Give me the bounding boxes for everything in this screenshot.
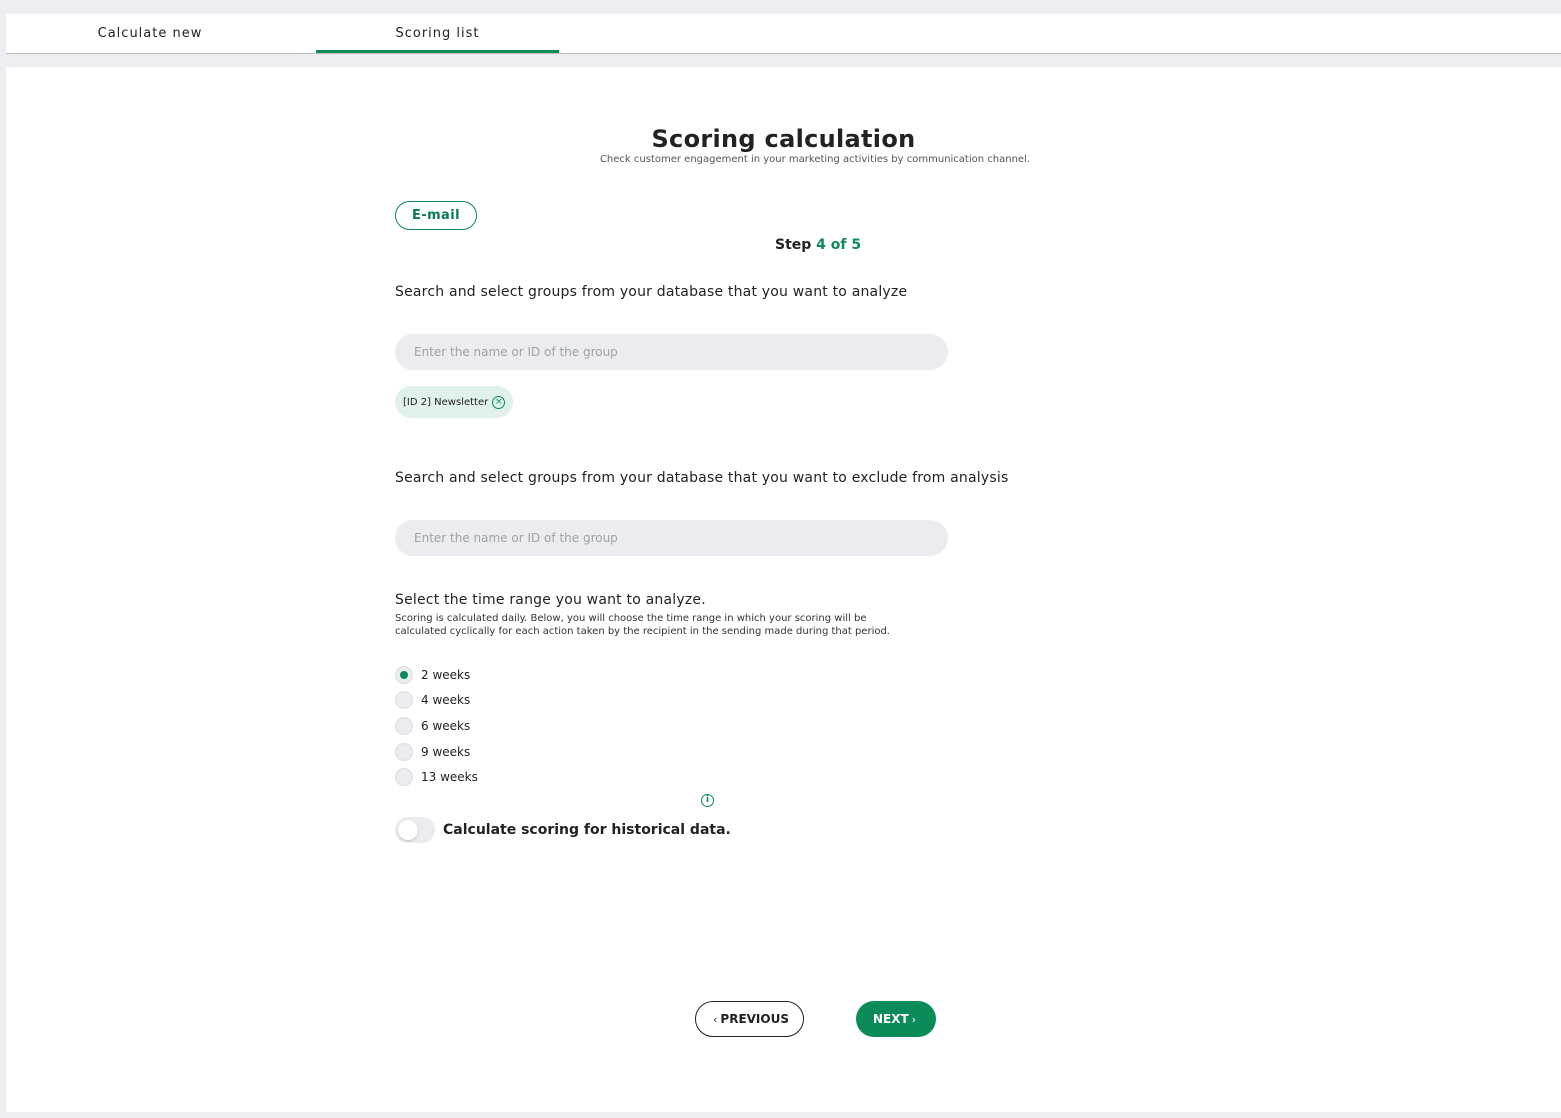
channel-email-pill[interactable]: E-mail <box>395 201 477 230</box>
toggle-knob <box>398 820 418 840</box>
radio-label: 6 weeks <box>421 719 471 733</box>
page-subtitle: Check customer engagement in your market… <box>599 154 1031 165</box>
radio-label: 9 weeks <box>421 745 471 759</box>
tab-scoring-list[interactable]: Scoring list <box>316 14 559 53</box>
radio-label: 13 weeks <box>421 770 478 784</box>
radio-option-2-weeks[interactable]: 2 weeks <box>395 666 470 684</box>
tab-bar: Calculate new Scoring list <box>6 14 1561 54</box>
page-title: Scoring calculation <box>651 125 916 153</box>
historical-data-toggle[interactable] <box>395 817 435 843</box>
radio-button[interactable] <box>395 743 413 761</box>
chevron-right-icon: › <box>911 1012 917 1026</box>
include-groups-search-input[interactable] <box>395 334 948 370</box>
radio-button[interactable] <box>395 666 413 684</box>
exclude-groups-label: Search and select groups from your datab… <box>395 470 1009 486</box>
include-groups-label: Search and select groups from your datab… <box>395 284 908 300</box>
radio-button[interactable] <box>395 691 413 709</box>
radio-label: 2 weeks <box>421 668 471 682</box>
step-indicator: Step 4 of 5 <box>775 237 861 253</box>
next-button[interactable]: NEXT › <box>856 1001 936 1037</box>
previous-button-label: PREVIOUS <box>720 1012 789 1026</box>
historical-data-label: Calculate scoring for historical data. <box>443 822 731 838</box>
step-current: 4 of 5 <box>816 237 862 253</box>
close-circle-icon[interactable]: × <box>492 395 506 409</box>
tab-calculate-new[interactable]: Calculate new <box>16 14 284 53</box>
selected-group-label: [ID 2] Newsletter <box>403 396 489 408</box>
radio-option-13-weeks[interactable]: 13 weeks <box>395 768 478 786</box>
step-prefix: Step <box>775 237 812 253</box>
main-panel: Scoring calculation Check customer engag… <box>6 67 1561 1112</box>
exclude-groups-search-input[interactable] <box>395 520 948 556</box>
radio-option-9-weeks[interactable]: 9 weeks <box>395 743 470 761</box>
selected-group-chip: [ID 2] Newsletter × <box>395 386 514 418</box>
info-icon[interactable]: i <box>701 794 714 807</box>
previous-button[interactable]: ‹ PREVIOUS <box>695 1001 804 1037</box>
time-range-label: Select the time range you want to analyz… <box>395 592 706 608</box>
next-button-label: NEXT <box>872 1012 909 1026</box>
radio-button[interactable] <box>395 768 413 786</box>
radio-option-4-weeks[interactable]: 4 weeks <box>395 691 470 709</box>
radio-label: 4 weeks <box>421 693 471 707</box>
time-range-description: Scoring is calculated daily. Below, you … <box>395 613 890 637</box>
radio-option-6-weeks[interactable]: 6 weeks <box>395 717 470 735</box>
chevron-left-icon: ‹ <box>713 1012 718 1026</box>
radio-button[interactable] <box>395 717 413 735</box>
